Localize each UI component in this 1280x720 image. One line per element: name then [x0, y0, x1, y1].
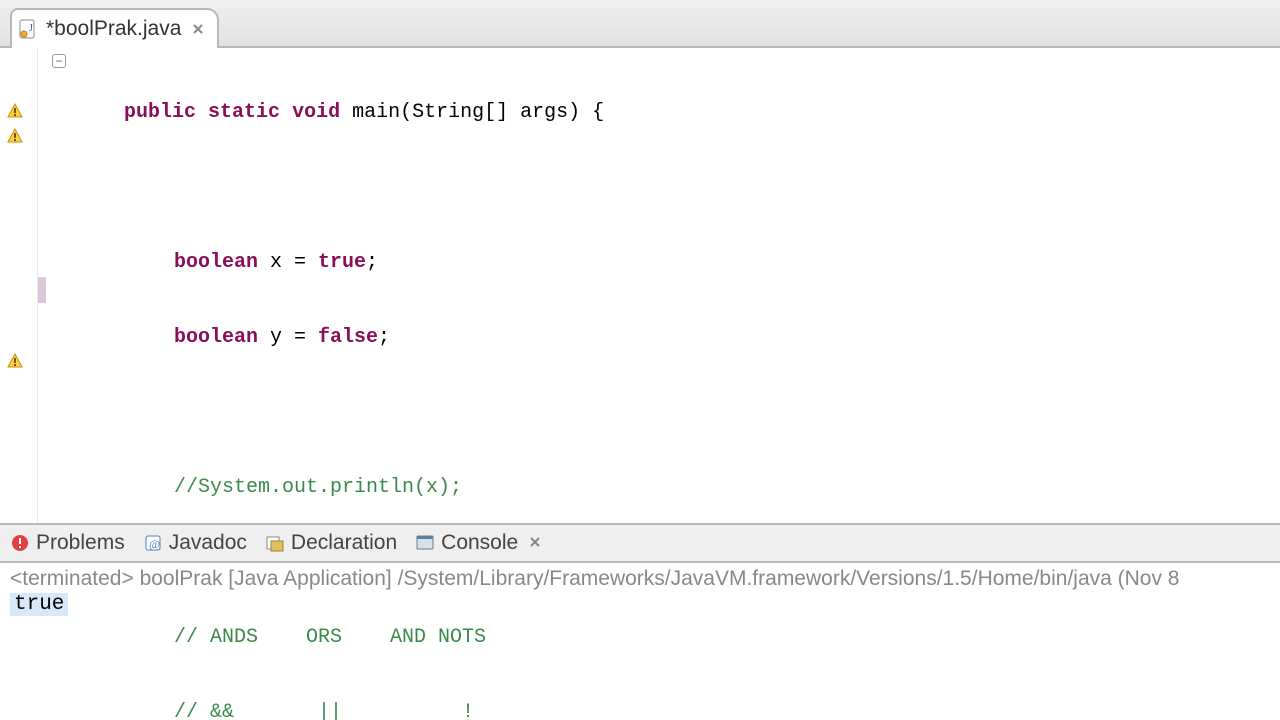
warning-icon[interactable] — [6, 102, 26, 122]
code-line: boolean y = false; — [74, 325, 1280, 350]
code-line — [74, 400, 1280, 425]
code-line — [74, 175, 1280, 200]
change-bar — [38, 48, 46, 523]
warning-icon[interactable] — [6, 352, 26, 372]
editor-tab-bar: J *boolPrak.java — [0, 0, 1280, 48]
warning-icon[interactable] — [6, 127, 26, 147]
marker-gutter — [0, 48, 38, 523]
close-icon[interactable] — [189, 20, 207, 38]
problems-icon — [10, 533, 30, 553]
svg-text:J: J — [29, 23, 33, 34]
editor-pane: J *boolPrak.java − public s — [0, 0, 1280, 525]
code-area: − public static void main(String[] args)… — [0, 48, 1280, 523]
code-line: boolean x = true; — [74, 250, 1280, 275]
tab-filename: *boolPrak.java — [46, 17, 181, 41]
fold-gutter: − — [46, 48, 74, 523]
fold-toggle-icon[interactable]: − — [52, 54, 66, 68]
code-line: // ANDS ORS AND NOTS — [74, 625, 1280, 650]
console-output: true — [10, 593, 68, 616]
code-line — [74, 550, 1280, 575]
code-line: // && || ! — [74, 700, 1280, 720]
change-marker — [38, 277, 46, 303]
source-editor[interactable]: public static void main(String[] args) {… — [74, 48, 1280, 523]
code-line: //System.out.println(x); — [74, 475, 1280, 500]
editor-tab[interactable]: J *boolPrak.java — [10, 8, 219, 48]
java-file-icon: J — [18, 19, 38, 39]
code-line: public static void main(String[] args) { — [74, 100, 1280, 125]
